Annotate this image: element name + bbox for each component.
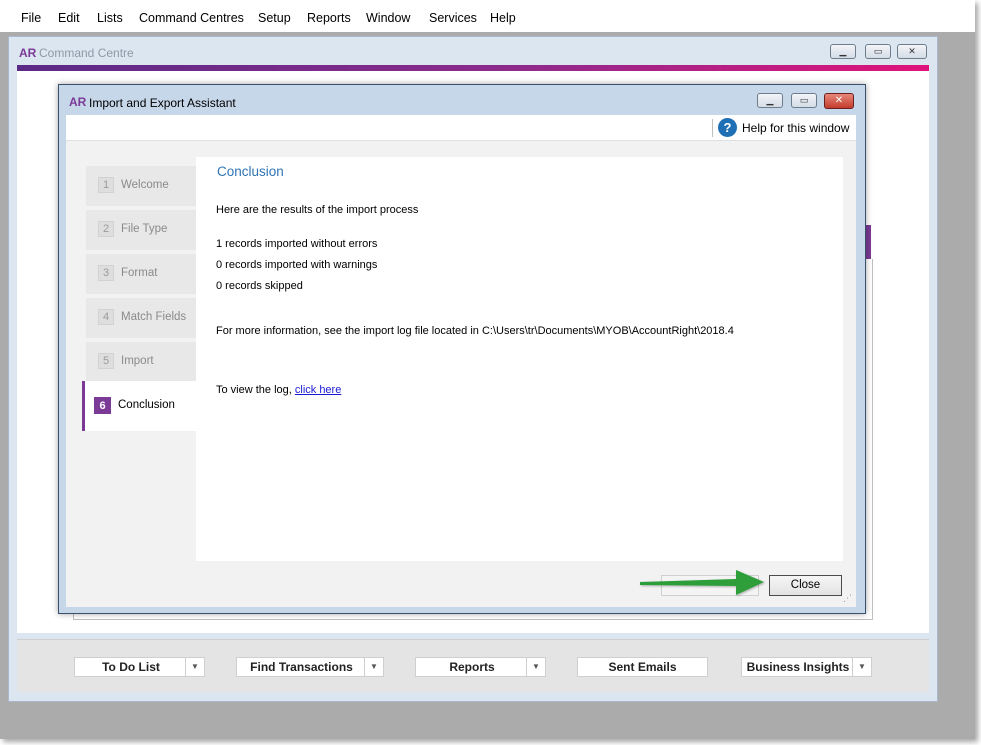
results-intro-text: Here are the results of the import proce…: [216, 204, 419, 216]
dialog-restore-button[interactable]: ▭: [791, 93, 817, 108]
conclusion-heading: Conclusion: [217, 164, 284, 179]
menu-lists[interactable]: Lists: [97, 11, 123, 25]
click-here-link[interactable]: click here: [295, 384, 341, 396]
menu-file[interactable]: File: [21, 11, 41, 25]
business-insights-button[interactable]: Business Insights ▼: [741, 657, 872, 677]
step-file-type[interactable]: 2 File Type: [86, 210, 196, 250]
dialog-minimize-button[interactable]: ▁: [757, 93, 783, 108]
import-export-dialog: AR Import and Export Assistant ▁ ▭ ✕ ? H…: [58, 84, 866, 614]
reports-button[interactable]: Reports ▼: [415, 657, 546, 677]
menu-help[interactable]: Help: [490, 11, 516, 25]
help-for-this-window-link[interactable]: Help for this window: [742, 121, 849, 135]
menu-command-centres[interactable]: Command Centres: [139, 11, 244, 25]
step-conclusion[interactable]: 6 Conclusion: [82, 381, 199, 431]
menu-edit[interactable]: Edit: [58, 11, 80, 25]
close-icon: ✕: [834, 95, 844, 106]
menu-reports[interactable]: Reports: [307, 11, 351, 25]
step-number: 5: [98, 353, 114, 369]
step-number: 6: [94, 397, 111, 414]
chevron-down-icon[interactable]: ▼: [852, 658, 871, 676]
command-centre-title: Command Centre: [39, 46, 134, 60]
conclusion-panel: Conclusion Here are the results of the i…: [196, 157, 843, 561]
dialog-title: Import and Export Assistant: [89, 96, 236, 110]
step-number: 3: [98, 265, 114, 281]
green-arrow-icon: [640, 570, 764, 595]
step-label: Match Fields: [121, 311, 187, 323]
dialog-close-window-button[interactable]: ✕: [824, 93, 854, 109]
close-button[interactable]: Close: [769, 575, 842, 596]
result-warnings-text: 0 records imported with warnings: [216, 259, 378, 271]
step-label: Welcome: [121, 179, 169, 191]
step-label: Import: [121, 355, 154, 367]
help-question-icon[interactable]: ?: [718, 118, 737, 137]
command-centre-bottom-bar: To Do List ▼ Find Transactions ▼ Reports…: [17, 639, 929, 692]
ar-logo-icon: AR: [69, 95, 87, 109]
step-number: 1: [98, 177, 114, 193]
step-number: 4: [98, 309, 114, 325]
menu-setup[interactable]: Setup: [258, 11, 291, 25]
menu-services[interactable]: Services: [429, 11, 477, 25]
result-skipped-text: 0 records skipped: [216, 280, 303, 292]
sent-emails-label: Sent Emails: [608, 660, 677, 674]
to-do-list-label: To Do List: [102, 660, 160, 674]
find-transactions-label: Find Transactions: [250, 660, 353, 674]
business-insights-label: Business Insights: [746, 660, 850, 674]
step-format[interactable]: 3 Format: [86, 254, 196, 294]
step-match-fields[interactable]: 4 Match Fields: [86, 298, 196, 338]
close-icon: ✕: [908, 46, 916, 56]
close-window-button[interactable]: ✕: [897, 44, 927, 59]
chevron-down-icon[interactable]: ▼: [185, 658, 204, 676]
log-location-text: For more information, see the import log…: [216, 325, 734, 337]
view-log-line: To view the log, click here: [216, 384, 341, 396]
find-transactions-button[interactable]: Find Transactions ▼: [236, 657, 384, 677]
help-separator: [712, 119, 713, 137]
dialog-client-area: ? Help for this window 1 Welcome 2 File …: [66, 115, 856, 607]
menu-window[interactable]: Window: [366, 11, 410, 25]
result-imported-text: 1 records imported without errors: [216, 238, 378, 250]
ar-logo-icon: AR: [19, 46, 37, 60]
resize-grip-icon[interactable]: ⋰: [843, 593, 852, 604]
view-log-prefix: To view the log,: [216, 384, 295, 396]
chevron-down-icon[interactable]: ▼: [364, 658, 383, 676]
step-label: Conclusion: [118, 399, 175, 411]
step-welcome[interactable]: 1 Welcome: [86, 166, 196, 206]
step-number: 2: [98, 221, 114, 237]
restore-icon: ▭: [799, 95, 809, 105]
reports-label: Reports: [449, 660, 495, 674]
step-import[interactable]: 5 Import: [86, 342, 196, 382]
application-frame: File Edit Lists Command Centres Setup Re…: [0, 0, 975, 739]
restore-icon: ▭: [873, 46, 883, 56]
to-do-list-button[interactable]: To Do List ▼: [74, 657, 205, 677]
minimize-button[interactable]: ▁: [830, 44, 856, 59]
minimize-icon: ▁: [766, 95, 774, 105]
minimize-icon: ▁: [839, 46, 847, 56]
menu-bar: File Edit Lists Command Centres Setup Re…: [0, 0, 975, 32]
restore-button[interactable]: ▭: [865, 44, 891, 59]
step-label: Format: [121, 267, 158, 279]
step-label: File Type: [121, 223, 168, 235]
chevron-down-icon[interactable]: ▼: [526, 658, 545, 676]
sent-emails-button[interactable]: Sent Emails: [577, 657, 708, 677]
help-bar: ? Help for this window: [66, 115, 856, 141]
